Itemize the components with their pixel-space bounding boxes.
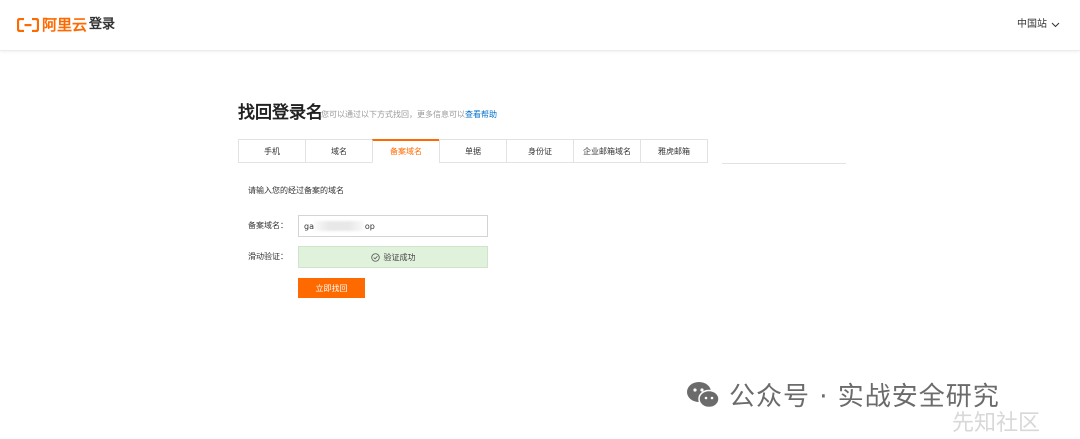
wechat-icon <box>687 381 720 408</box>
aliyun-logo-icon <box>17 18 39 32</box>
help-link[interactable]: 查看帮助 <box>465 110 497 119</box>
slide-verify-label: 滑动验证： <box>248 252 288 261</box>
slide-verify-box[interactable]: 验证成功 <box>298 246 488 268</box>
page-title: 找回登录名 <box>238 103 323 123</box>
page-subtitle: 您可以通过以下方式找回，更多信息可以查看帮助 <box>321 109 497 121</box>
recover-now-button[interactable]: 立即找回 <box>298 278 365 298</box>
tab-yahoo-mail[interactable]: 雅虎邮箱 <box>640 139 708 163</box>
chevron-down-icon <box>1051 22 1060 28</box>
top-navigation-bar: 阿里云 登录 中国站 <box>0 0 1080 51</box>
tab-phone[interactable]: 手机 <box>238 139 306 163</box>
check-circle-icon <box>370 252 380 262</box>
tabs-divider <box>722 163 846 164</box>
page-header-title: 登录 <box>89 17 116 32</box>
subtitle-text: 您可以通过以下方式找回，更多信息可以 <box>321 110 465 119</box>
xianzhi-watermark: 先知社区 <box>952 411 1041 436</box>
tab-id-card[interactable]: 身份证 <box>506 139 574 163</box>
form-description: 请输入您的经过备案的域名 <box>248 186 344 195</box>
tab-domain[interactable]: 域名 <box>305 139 373 163</box>
site-selector-label: 中国站 <box>1017 19 1047 30</box>
logo-text: 阿里云 <box>42 16 88 34</box>
recovery-method-tabs: 手机 域名 备案域名 单据 身份证 企业邮箱域名 雅虎邮箱 <box>238 139 708 164</box>
tab-enterprise-mail-domain[interactable]: 企业邮箱域名 <box>573 139 641 163</box>
tab-icp-domain[interactable]: 备案域名 <box>372 139 440 163</box>
domain-field-label: 备案域名： <box>248 221 288 230</box>
tab-receipt[interactable]: 单据 <box>439 139 507 163</box>
site-selector[interactable]: 中国站 <box>1017 17 1060 33</box>
redaction-blur <box>314 221 364 231</box>
aliyun-logo[interactable]: 阿里云 <box>17 16 87 34</box>
verify-status-text: 验证成功 <box>383 252 416 262</box>
